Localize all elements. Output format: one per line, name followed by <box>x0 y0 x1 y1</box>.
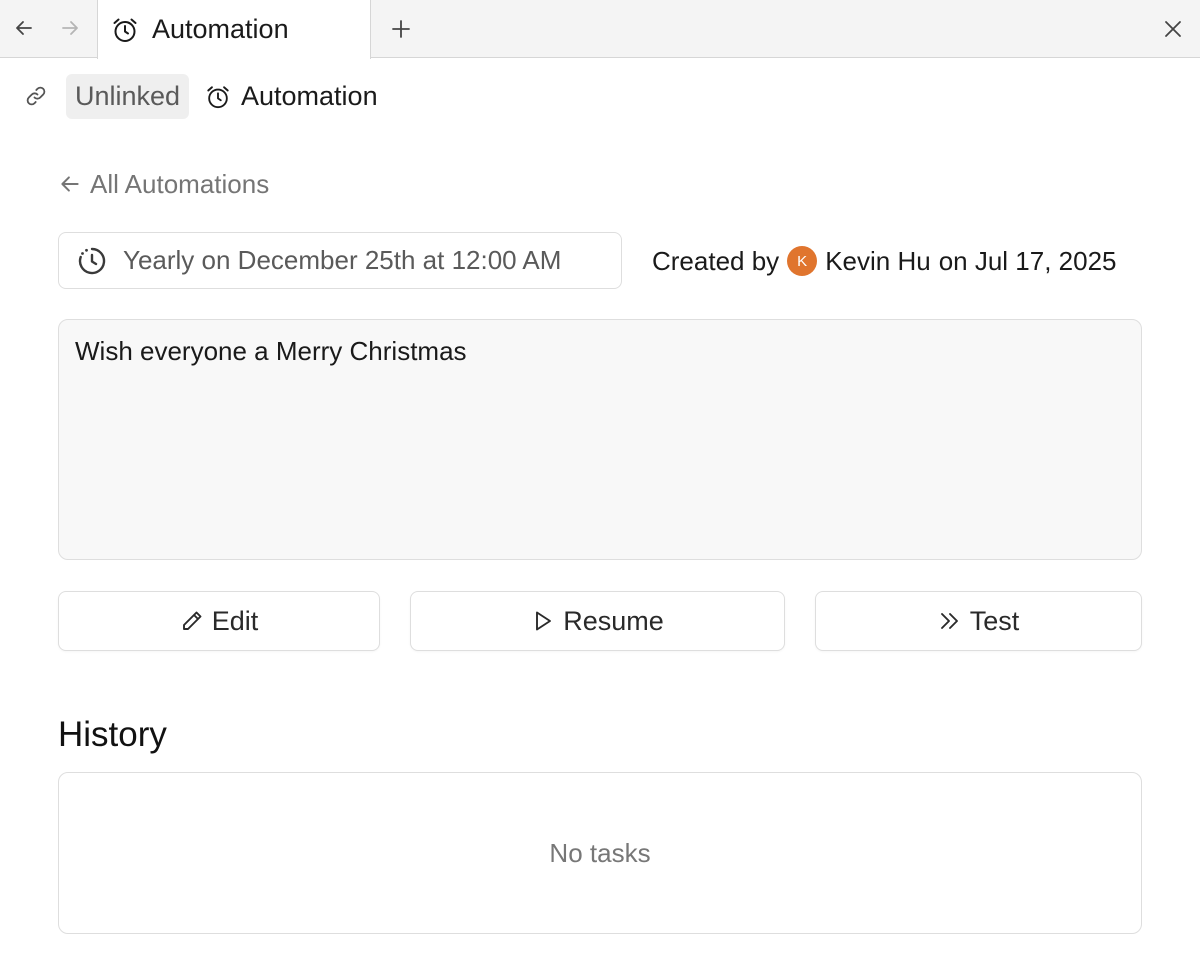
alarm-clock-icon <box>113 18 137 42</box>
created-date: on Jul 17, 2025 <box>938 245 1117 276</box>
schedule-label: Yearly on December 25th at 12:00 AM <box>123 245 562 275</box>
avatar: K <box>787 246 818 276</box>
resume-button-label: Resume <box>563 605 664 636</box>
new-tab-button[interactable] <box>382 10 420 48</box>
plus-icon <box>392 20 410 38</box>
history-heading: History <box>58 715 167 754</box>
creator-name: Kevin Hu <box>825 245 931 276</box>
edit-button-label: Edit <box>211 605 259 636</box>
unlinked-crumb[interactable]: Unlinked <box>66 74 190 119</box>
edit-button[interactable]: Edit <box>58 591 380 651</box>
alarm-clock-icon <box>207 85 229 108</box>
created-by-prefix: Created by <box>652 245 780 276</box>
prompt-text-box[interactable]: Wish everyone a Merry Christmas <box>58 319 1142 560</box>
forward-nav-button[interactable] <box>52 10 88 46</box>
play-icon <box>536 611 552 631</box>
arrow-left-icon <box>61 176 79 192</box>
empty-state-text: No tasks <box>549 837 651 868</box>
automation-crumb-label: Automation <box>241 81 378 111</box>
test-button-label: Test <box>969 605 1020 636</box>
resume-button[interactable]: Resume <box>410 591 785 651</box>
arrow-left-icon <box>16 21 32 35</box>
all-automations-label: All Automations <box>90 168 270 199</box>
double-chevron-right-icon <box>940 613 958 629</box>
pencil-icon <box>182 611 202 630</box>
link-icon[interactable] <box>22 82 50 110</box>
schedule-clock-icon <box>78 247 106 274</box>
breadcrumb: Unlinked Automation <box>0 70 1200 122</box>
all-automations-link[interactable]: All Automations <box>58 164 269 204</box>
tab-automation[interactable]: Automation <box>97 0 371 59</box>
close-tab-button[interactable] <box>1154 10 1192 48</box>
automation-crumb[interactable]: Automation <box>205 74 378 119</box>
prompt-text: Wish everyone a Merry Christmas <box>75 336 467 366</box>
tab-title: Automation <box>152 14 289 44</box>
history-panel: No tasks <box>58 772 1142 934</box>
arrow-right-icon <box>62 21 78 35</box>
tab-bar: Automation <box>0 0 1200 59</box>
test-button[interactable]: Test <box>815 591 1142 651</box>
back-nav-button[interactable] <box>6 10 42 46</box>
created-by: Created by K Kevin Hu on Jul 17, 2025 <box>652 240 1117 282</box>
schedule-button[interactable]: Yearly on December 25th at 12:00 AM <box>58 232 622 289</box>
close-icon <box>1165 21 1181 37</box>
